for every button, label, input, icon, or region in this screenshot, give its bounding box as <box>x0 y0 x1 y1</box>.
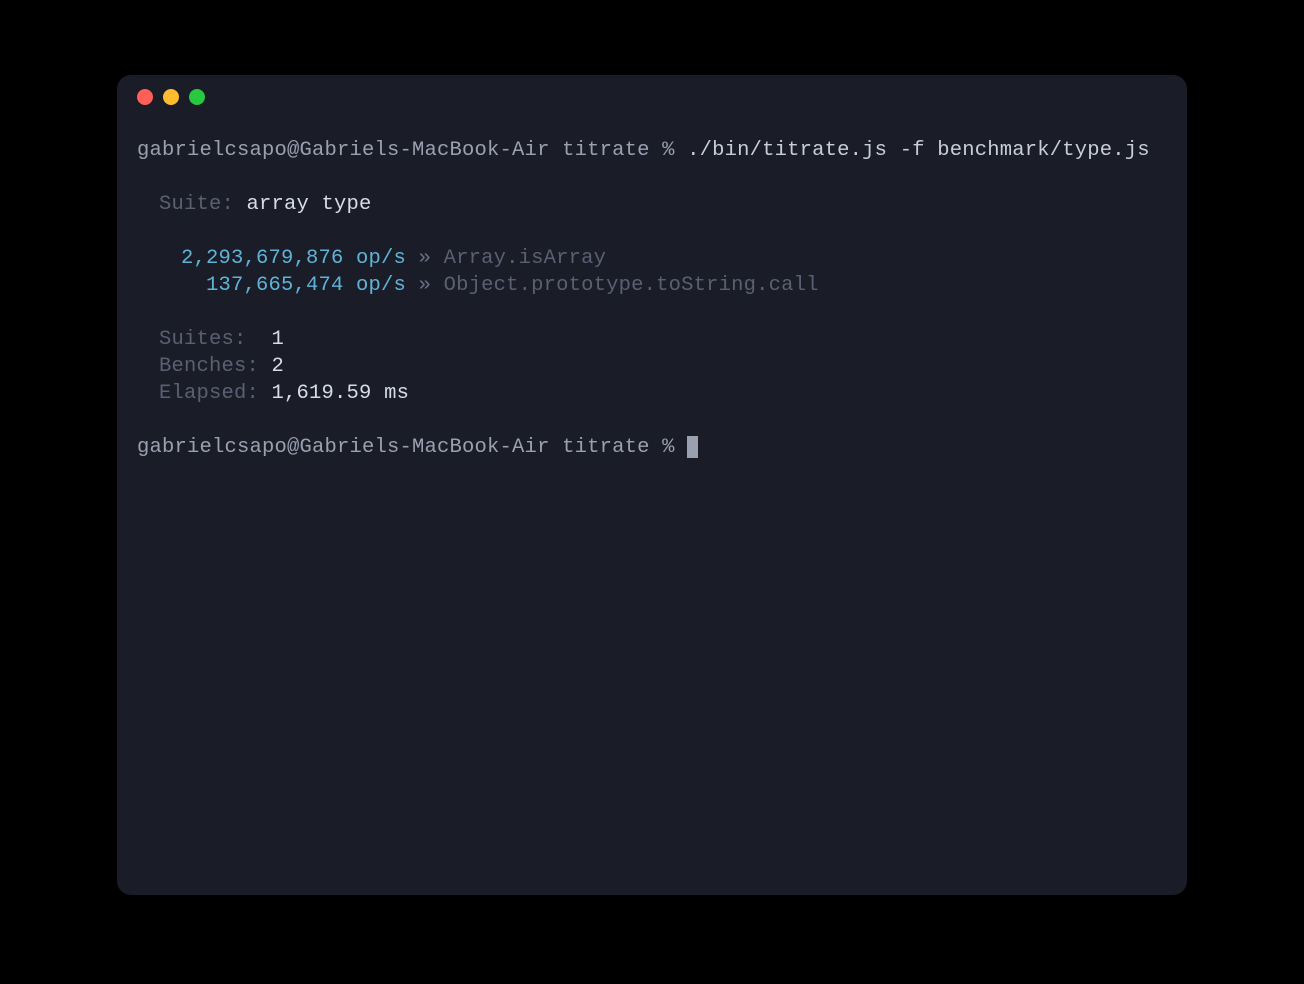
summary-value: 2 <box>272 355 285 378</box>
suite-label: Suite: <box>159 193 234 216</box>
chevron-right-icon: » <box>419 274 432 297</box>
blank-line <box>137 407 1167 434</box>
prompt-line-2: gabrielcsapo@Gabriels-MacBook-Air titrat… <box>137 434 1167 461</box>
prompt-userhost: gabrielcsapo@Gabriels-MacBook-Air <box>137 139 550 162</box>
prompt-symbol: % <box>662 436 675 459</box>
suite-line: Suite: array type <box>137 191 1167 218</box>
bench-name: Object.prototype.toString.call <box>444 274 819 297</box>
bench-row: 2,293,679,876 op/s » Array.isArray <box>137 245 1167 272</box>
summary-benches: Benches: 2 <box>137 353 1167 380</box>
terminal-window: gabrielcsapo@Gabriels-MacBook-Air titrat… <box>117 75 1187 895</box>
summary-label: Benches: <box>159 355 259 378</box>
summary-elapsed: Elapsed: 1,619.59 ms <box>137 380 1167 407</box>
blank-line <box>137 164 1167 191</box>
bench-ops: 137,665,474 op/s <box>206 274 406 297</box>
summary-label: Suites: <box>159 328 247 351</box>
bench-ops: 2,293,679,876 op/s <box>181 247 406 270</box>
minimize-icon[interactable] <box>163 89 179 105</box>
prompt-symbol: % <box>662 139 675 162</box>
terminal-output[interactable]: gabrielcsapo@Gabriels-MacBook-Air titrat… <box>117 119 1187 479</box>
suite-name: array type <box>247 193 372 216</box>
summary-value: 1 <box>272 328 285 351</box>
prompt-userhost: gabrielcsapo@Gabriels-MacBook-Air <box>137 436 550 459</box>
bench-row: 137,665,474 op/s » Object.prototype.toSt… <box>137 272 1167 299</box>
window-title-bar <box>117 75 1187 119</box>
prompt-line-1: gabrielcsapo@Gabriels-MacBook-Air titrat… <box>137 137 1167 164</box>
prompt-cwd: titrate <box>562 139 650 162</box>
maximize-icon[interactable] <box>189 89 205 105</box>
prompt-cwd: titrate <box>562 436 650 459</box>
blank-line <box>137 299 1167 326</box>
bench-name: Array.isArray <box>444 247 607 270</box>
summary-suites: Suites: 1 <box>137 326 1167 353</box>
command-text: ./bin/titrate.js -f benchmark/type.js <box>687 139 1150 162</box>
blank-line <box>137 218 1167 245</box>
summary-label: Elapsed: <box>159 382 259 405</box>
cursor-icon[interactable] <box>687 436 698 458</box>
summary-value: 1,619.59 ms <box>272 382 410 405</box>
close-icon[interactable] <box>137 89 153 105</box>
chevron-right-icon: » <box>419 247 432 270</box>
